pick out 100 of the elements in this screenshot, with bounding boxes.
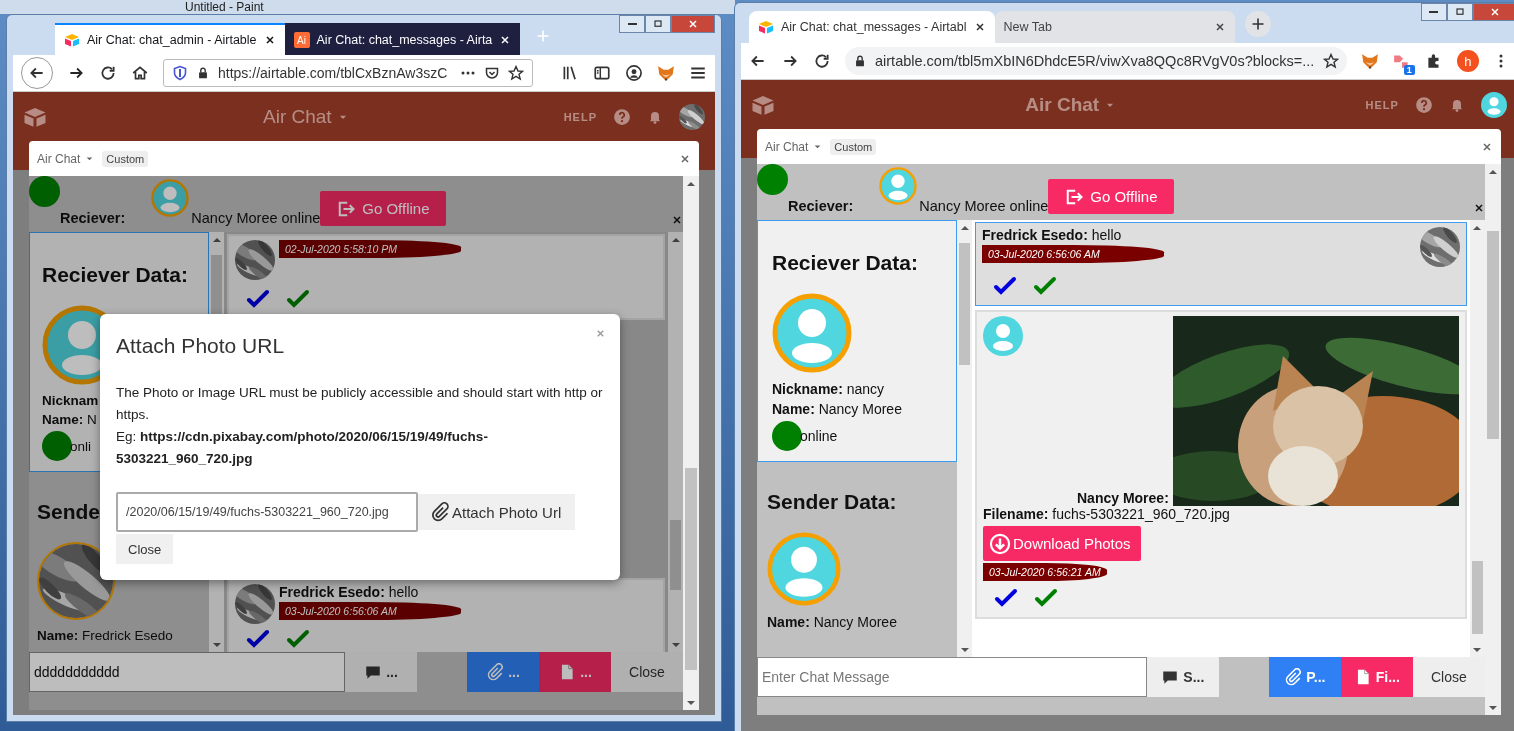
- browser-tab[interactable]: New Tab: [994, 11, 1235, 43]
- block-menu[interactable]: Air Chat: [765, 139, 823, 154]
- window-title: Untitled - Paint: [185, 0, 264, 14]
- message-time: 02-Jul-2020 5:58:10 PM: [279, 240, 461, 258]
- receiver-label: Reciever:: [60, 210, 126, 226]
- scrollbar[interactable]: [683, 176, 699, 710]
- message-card[interactable]: Fredrick Esedo: hello 03-Jul-2020 6:56:06 AM: [975, 222, 1467, 306]
- maximize-icon: [652, 18, 664, 30]
- minimize-button[interactable]: [619, 15, 645, 33]
- dialog-title: Attach Photo URL: [116, 334, 286, 358]
- account-icon[interactable]: [625, 64, 643, 82]
- field-text: Nicknam: [42, 393, 99, 408]
- library-icon[interactable]: [561, 64, 579, 82]
- close-button[interactable]: Close: [611, 652, 683, 692]
- message-time: 03-Jul-2020 6:56:06 AM: [982, 245, 1164, 263]
- check-icon: [1032, 275, 1058, 297]
- close-icon[interactable]: [1213, 21, 1226, 33]
- attach-photo-button[interactable]: Attach Photo Url: [418, 494, 576, 530]
- star-icon[interactable]: [508, 65, 524, 81]
- fox-extension-icon[interactable]: [657, 64, 675, 82]
- address-bar[interactable]: https://airtable.com/tblCxBznAw3szC: [163, 59, 533, 87]
- photo-caption: Nancy Moree:: [1077, 490, 1169, 506]
- person-avatar-icon: [767, 532, 841, 606]
- sidebar-icon[interactable]: [593, 64, 611, 82]
- pocket-icon[interactable]: [484, 65, 500, 81]
- extension-badge: 1: [1403, 65, 1415, 75]
- paperclip-icon: [486, 663, 505, 681]
- maximize-button[interactable]: [645, 15, 671, 33]
- photo-button[interactable]: P...: [1268, 657, 1341, 697]
- go-offline-button[interactable]: Go Offline: [1048, 179, 1174, 214]
- close-icon[interactable]: [499, 34, 512, 46]
- message-card[interactable]: Fredrick Esedo: hello 03-Jul-2020 6:56:06 AM: [227, 578, 665, 652]
- message-text: Fredrick Esedo: hello: [279, 584, 420, 600]
- section-heading: Reciever Data:: [772, 250, 918, 276]
- check-icon: [285, 288, 311, 310]
- field-text: Name: Nancy Moree: [772, 401, 902, 417]
- check-icon: [245, 288, 271, 310]
- chat-bubble-icon: [1161, 668, 1180, 686]
- caret-icon: [813, 142, 823, 151]
- browser-tab[interactable]: Air Chat: chat_messages - Airtabl: [749, 11, 995, 43]
- close-button[interactable]: Close: [116, 534, 174, 564]
- field-text: Name: Nancy Moree: [767, 614, 897, 630]
- message-time: 03-Jul-2020 6:56:06 AM: [279, 602, 461, 620]
- minimize-icon: [1429, 11, 1439, 13]
- minimize-icon: [627, 23, 637, 25]
- send-button[interactable]: S...: [1146, 657, 1219, 697]
- message-card[interactable]: Nancy Moree: Filename: fuchs-5303221_960_720.jpg Download Photos 03-Jul-2020 6:56:21 AM: [975, 310, 1467, 619]
- help-icon[interactable]: [613, 107, 631, 126]
- fox-extension-icon[interactable]: [1360, 52, 1379, 70]
- check-icon: [1033, 587, 1059, 609]
- person-avatar-icon: [772, 293, 852, 373]
- close-icon: [1488, 6, 1501, 18]
- photo-url-field[interactable]: /2020/06/15/19/49/fuchs-5303221_960_720.jpg: [116, 492, 418, 532]
- caret-icon: [85, 154, 95, 163]
- field-text: Nickname: nancy: [772, 381, 885, 397]
- close-button[interactable]: Close: [1412, 657, 1485, 697]
- section-heading: Sende: [37, 499, 101, 525]
- file-button[interactable]: Fi...: [1340, 657, 1413, 697]
- airtable-logo-icon: [64, 32, 80, 48]
- help-icon[interactable]: [1414, 95, 1433, 114]
- paperclip-icon: [1284, 668, 1303, 686]
- send-button[interactable]: ...: [345, 652, 417, 692]
- online-dot: [772, 421, 802, 451]
- close-icon[interactable]: [671, 214, 683, 226]
- block-menu[interactable]: Air Chat: [37, 151, 95, 166]
- close-icon[interactable]: [1472, 202, 1485, 214]
- home-icon[interactable]: [131, 64, 149, 82]
- online-dot: [757, 164, 788, 195]
- chat-bubble-icon: [364, 663, 383, 681]
- person-avatar-icon: [983, 316, 1023, 356]
- browser-tab[interactable]: Ai Air Chat: chat_messages - Airta: [284, 23, 521, 55]
- maximize-button[interactable]: [1446, 3, 1473, 21]
- person-avatar-icon: [1480, 91, 1507, 118]
- scrollbar[interactable]: [668, 232, 683, 652]
- chat-message-field[interactable]: Enter Chat Message: [757, 657, 1147, 697]
- person-avatar-icon: [151, 179, 190, 217]
- check-icon: [992, 275, 1018, 297]
- online-dot: [29, 176, 60, 207]
- message-card[interactable]: 02-Jul-2020 5:58:10 PM: [227, 234, 665, 320]
- check-icon: [285, 628, 311, 650]
- close-icon[interactable]: [973, 21, 986, 33]
- scrollbar[interactable]: [957, 220, 972, 657]
- dialog-text: The Photo or Image URL must be publicly accessible and should start with http or https.: [116, 384, 604, 424]
- close-icon: [687, 18, 699, 30]
- person-avatar-icon: [879, 167, 918, 205]
- plus-icon: [535, 28, 552, 44]
- close-icon[interactable]: [263, 34, 276, 46]
- download-button[interactable]: Download Photos: [983, 526, 1141, 561]
- custom-tag: Custom: [830, 138, 877, 155]
- chat-message-field[interactable]: ddddddddddd: [29, 652, 345, 692]
- new-tab-button[interactable]: [1244, 11, 1271, 37]
- lock-icon: [853, 54, 867, 68]
- reload-icon[interactable]: [99, 64, 117, 82]
- lock-icon: [196, 66, 210, 80]
- address-bar[interactable]: airtable.com/tbl5mXbIN6DhdcE5R/viwXva8QQc8RVgV0s?blocks=...: [845, 47, 1347, 75]
- minimize-button[interactable]: [1420, 3, 1447, 21]
- browser-tab[interactable]: Air Chat: chat_admin - Airtable: [55, 23, 285, 55]
- reload-icon[interactable]: [813, 52, 831, 70]
- receiver-label: Reciever:: [788, 198, 854, 214]
- star-icon[interactable]: [1322, 53, 1339, 69]
